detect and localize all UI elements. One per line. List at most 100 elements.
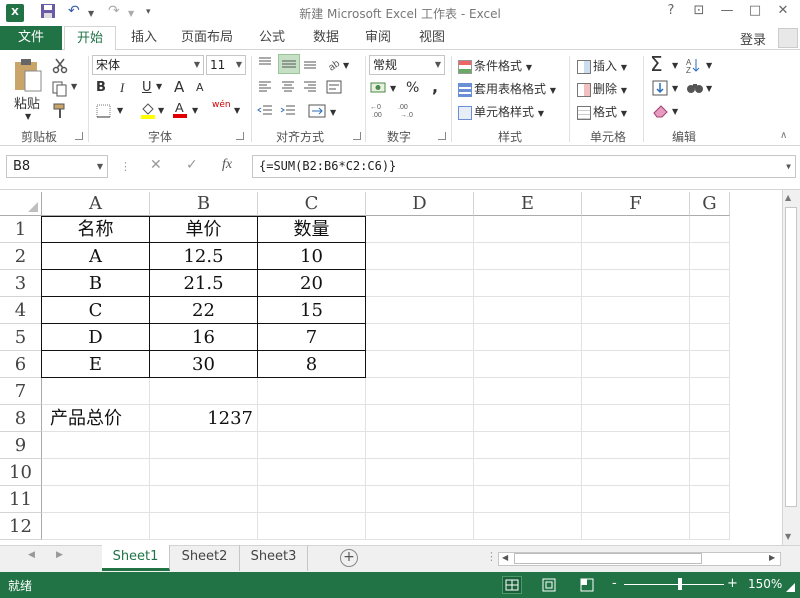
sort-dropdown-icon[interactable]: ▼: [706, 61, 712, 70]
table-cell[interactable]: [42, 459, 150, 486]
table-cell[interactable]: [582, 324, 690, 351]
table-cell[interactable]: [690, 432, 730, 459]
table-cell[interactable]: [42, 432, 150, 459]
row-header[interactable]: 1: [0, 216, 42, 243]
zoom-out-button[interactable]: -: [612, 576, 617, 591]
insert-cells-button[interactable]: 插入 ▼: [577, 57, 627, 74]
table-cell[interactable]: [474, 513, 582, 540]
insert-function-button[interactable]: fx: [222, 157, 232, 173]
table-cell[interactable]: [474, 405, 582, 432]
table-cell[interactable]: 数量: [258, 216, 366, 243]
table-cell[interactable]: [474, 216, 582, 243]
table-cell[interactable]: A: [42, 243, 150, 270]
sheet-tab-1[interactable]: Sheet1: [102, 545, 170, 571]
table-cell[interactable]: [690, 351, 730, 378]
table-cell[interactable]: 15: [258, 297, 366, 324]
tab-formulas[interactable]: 公式: [250, 26, 294, 50]
font-color-dropdown-icon[interactable]: ▼: [192, 106, 198, 115]
table-cell[interactable]: 7: [258, 324, 366, 351]
table-cell[interactable]: [366, 270, 474, 297]
table-cell[interactable]: [474, 459, 582, 486]
table-cell[interactable]: [42, 378, 150, 405]
tab-file[interactable]: 文件: [0, 26, 62, 50]
table-cell[interactable]: [582, 513, 690, 540]
table-cell[interactable]: 12.5: [150, 243, 258, 270]
table-cell[interactable]: [150, 486, 258, 513]
phonetic-dropdown-icon[interactable]: ▼: [234, 106, 240, 115]
select-all-button[interactable]: [0, 192, 42, 216]
ribbon-display-button[interactable]: ⊡: [688, 3, 710, 18]
tab-splitter-icon[interactable]: ⋮: [486, 550, 497, 563]
alignment-launcher-icon[interactable]: [353, 132, 361, 140]
name-box[interactable]: B8 ▼: [6, 155, 108, 178]
table-cell[interactable]: [690, 216, 730, 243]
table-cell[interactable]: E: [42, 351, 150, 378]
fill-color-icon[interactable]: [140, 101, 156, 122]
table-cell[interactable]: [690, 270, 730, 297]
row-header[interactable]: 3: [0, 270, 42, 297]
table-cell[interactable]: 16: [150, 324, 258, 351]
fill-dropdown-icon[interactable]: ▼: [672, 84, 678, 93]
font-name-combo[interactable]: 宋体 ▼: [92, 55, 204, 75]
table-cell[interactable]: [474, 270, 582, 297]
merge-center-icon[interactable]: [308, 103, 326, 122]
tab-data[interactable]: 数据: [304, 26, 348, 50]
copy-dropdown-icon[interactable]: ▼: [71, 82, 77, 91]
table-cell[interactable]: 名称: [42, 216, 150, 243]
zoom-in-button[interactable]: +: [727, 576, 738, 591]
row-header[interactable]: 11: [0, 486, 42, 513]
column-header[interactable]: D: [366, 192, 474, 216]
number-format-combo[interactable]: 常规 ▼: [369, 55, 445, 75]
table-cell[interactable]: [474, 243, 582, 270]
paste-button[interactable]: 粘贴: [14, 93, 40, 112]
merge-dropdown-icon[interactable]: ▼: [330, 108, 336, 117]
table-cell[interactable]: [366, 459, 474, 486]
table-cell[interactable]: [474, 378, 582, 405]
table-cell[interactable]: [474, 486, 582, 513]
tab-view[interactable]: 视图: [410, 26, 454, 50]
align-right-icon[interactable]: [302, 80, 318, 97]
bold-button[interactable]: B: [96, 80, 106, 95]
sheet-tab-2[interactable]: Sheet2: [170, 545, 240, 571]
font-launcher-icon[interactable]: [236, 132, 244, 140]
table-cell[interactable]: [150, 459, 258, 486]
table-cell[interactable]: [690, 459, 730, 486]
zoom-slider-thumb[interactable]: [678, 578, 682, 590]
table-cell[interactable]: [690, 486, 730, 513]
increase-indent-icon[interactable]: [280, 104, 296, 121]
table-cell[interactable]: [366, 432, 474, 459]
add-sheet-icon[interactable]: +: [340, 549, 358, 567]
row-header[interactable]: 6: [0, 351, 42, 378]
row-header[interactable]: 2: [0, 243, 42, 270]
row-header[interactable]: 12: [0, 513, 42, 540]
tab-insert[interactable]: 插入: [122, 26, 166, 50]
normal-view-button[interactable]: [502, 576, 522, 594]
table-cell[interactable]: [474, 432, 582, 459]
autosum-dropdown-icon[interactable]: ▼: [672, 61, 678, 70]
prev-sheet-icon[interactable]: ◀: [28, 550, 35, 560]
zoom-slider[interactable]: [624, 584, 724, 585]
scroll-up-icon[interactable]: ▲: [785, 193, 791, 202]
restore-button[interactable]: □: [744, 3, 766, 18]
total-value-cell[interactable]: 1237: [150, 405, 258, 432]
format-cells-button[interactable]: 格式 ▼: [577, 103, 627, 120]
table-cell[interactable]: 单价: [150, 216, 258, 243]
column-header[interactable]: C: [258, 192, 366, 216]
copy-icon[interactable]: [52, 81, 70, 100]
font-color-icon[interactable]: A: [172, 100, 188, 121]
row-header[interactable]: 5: [0, 324, 42, 351]
column-header[interactable]: F: [582, 192, 690, 216]
table-cell[interactable]: [582, 405, 690, 432]
table-cell[interactable]: [582, 351, 690, 378]
cell-styles-button[interactable]: 单元格样式 ▼: [458, 103, 544, 120]
table-cell[interactable]: [582, 270, 690, 297]
page-layout-view-button[interactable]: [540, 577, 558, 596]
clear-icon[interactable]: [652, 103, 670, 122]
align-middle-button[interactable]: [278, 54, 300, 74]
fill-color-dropdown-icon[interactable]: ▼: [158, 106, 164, 115]
comma-button[interactable]: ,: [432, 77, 438, 96]
align-left-icon[interactable]: [257, 80, 273, 97]
column-header[interactable]: B: [150, 192, 258, 216]
column-header[interactable]: A: [42, 192, 150, 216]
minimize-button[interactable]: —: [716, 3, 738, 18]
